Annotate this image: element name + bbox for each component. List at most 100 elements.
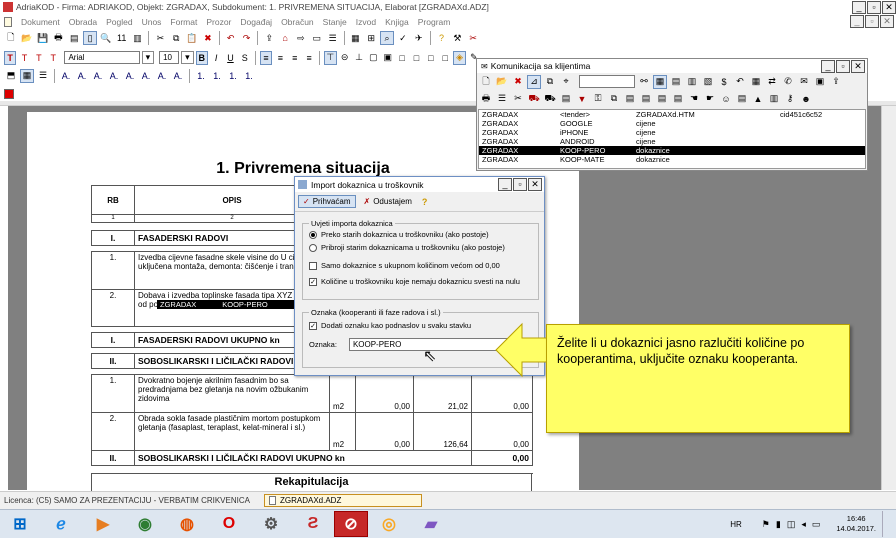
comm-view4-icon[interactable]: ▧ [701,75,715,89]
comm-cut-icon[interactable]: ✂ [511,92,525,106]
comm-down-icon[interactable]: ▼ [575,92,589,106]
comm-tag-icon[interactable]: ⌖ [559,75,573,89]
doc-close-button[interactable]: ✕ [880,15,894,28]
delete-icon[interactable]: ✖ [201,31,215,45]
comm-stack-icon[interactable]: ▤ [559,92,573,106]
menu-knjiga[interactable]: Knjiga [385,17,409,27]
font-select[interactable]: Arial [64,51,140,64]
doc-minimize-button[interactable]: _ [850,15,864,28]
font-a6-icon[interactable]: A. [139,69,153,83]
save-icon[interactable]: 💾 [36,31,50,45]
comm-undo-icon[interactable]: ↶ [733,75,747,89]
align-right-icon[interactable]: ≡ [289,51,301,65]
comm-view3-icon[interactable]: ▥ [685,75,699,89]
comm-truck-icon[interactable]: ⛟ [543,92,557,106]
comm-list-row[interactable]: ZGRADAX iPHONE cijene [479,128,865,137]
calc-icon[interactable]: ▦ [349,31,363,45]
table-icon[interactable]: ▦ [20,68,34,83]
insert-row-icon[interactable]: ⇪ [262,31,276,45]
italic-icon[interactable]: I [210,51,222,65]
adriakod-icon[interactable]: Ƨ [292,511,334,537]
checkbox-only-positive[interactable]: Samo dokaznice s ukupnom količinom većom… [309,259,532,272]
comm-close-button[interactable]: ✕ [851,59,865,73]
box4-icon[interactable]: □ [439,51,451,65]
box1-icon[interactable]: □ [396,51,408,65]
comm-phone-icon[interactable]: ✆ [781,75,795,89]
tools-icon[interactable]: ⚒ [450,31,464,45]
comm-list-row[interactable]: ZGRADAX <tender> ZGRADAXd.HTM cid451c6c52 [479,110,865,119]
language-indicator[interactable]: HR [730,520,742,529]
radio-replace[interactable]: Preko starih dokaznica u troškovniku (ak… [309,228,532,241]
open-icon[interactable]: 📂 [20,31,34,45]
export-icon[interactable]: ⇨ [294,31,308,45]
vertical-scrollbar[interactable] [881,106,896,490]
comm-doc2-icon[interactable]: ▤ [639,92,653,106]
valign-bot-icon[interactable]: ⊥ [353,51,365,65]
cut-icon[interactable]: ✂ [153,31,167,45]
table-row[interactable]: 1. Dvokratno bojenje akrilnim fasadnim b… [91,374,533,413]
menu-dokument[interactable]: Dokument [21,17,60,27]
comm-binoculars-icon[interactable]: ⚯ [637,75,651,89]
border2-icon[interactable]: ▣ [382,51,394,65]
font-a7-icon[interactable]: A. [155,69,169,83]
comm-arrows-icon[interactable]: ⇄ [765,75,779,89]
comm-view1-icon[interactable]: ▦ [653,74,667,89]
font-a4-icon[interactable]: A. [107,69,121,83]
ie-icon[interactable]: ℯ [40,511,82,537]
tray-volume-icon[interactable]: ◂ [801,519,806,530]
comm-doc3-icon[interactable]: ▤ [655,92,669,106]
comm-lock-icon[interactable]: ⚷ [783,92,797,106]
find-icon[interactable]: ⌕ [380,31,394,45]
check-icon[interactable]: ✓ [396,31,410,45]
comm-print-icon[interactable]: 🖶 [479,92,493,106]
redo-icon[interactable]: ↷ [240,31,254,45]
comm-stack2-icon[interactable]: ▥ [767,92,781,106]
comm-filter-icon[interactable]: ⊿ [527,74,541,89]
lines-icon[interactable]: ☰ [36,69,50,83]
comm-export-icon[interactable]: ⇪ [829,75,843,89]
comm-copy-icon[interactable]: ⧉ [543,75,557,89]
comm-calc-icon[interactable]: ▣ [813,75,827,89]
decimal-2-icon[interactable]: 1. [210,69,224,83]
comm-new-icon[interactable]: 🗋 [479,75,493,89]
new-icon[interactable]: 🗋 [4,31,18,45]
dialog-maximize-button[interactable]: ▫ [513,178,527,191]
menu-program[interactable]: Program [418,17,451,27]
valign-mid-icon[interactable]: ⊝ [339,51,351,65]
show-desktop-button[interactable] [882,511,890,537]
notes-icon[interactable]: ▰ [410,511,452,537]
doc-restore-button[interactable]: ▫ [865,15,879,28]
help-icon[interactable]: ? [435,31,449,45]
scissor-red-icon[interactable]: ✂ [466,31,480,45]
comm-person-icon[interactable]: ☺ [719,92,733,106]
font-a5-icon[interactable]: A. [123,69,137,83]
list-icon[interactable]: ☰ [326,31,340,45]
opera-icon[interactable]: O [208,511,250,537]
table-row[interactable]: 2. Obrada sokla fasade plastičnim mortom… [91,412,533,451]
radio-add[interactable]: Pribroji starim dokaznicama u troškovnik… [309,241,532,254]
font-size-select[interactable]: 10 [159,51,180,64]
comm-mail-icon[interactable]: ✉ [797,75,811,89]
strike-icon[interactable]: S [239,51,251,65]
menu-dogadaj[interactable]: Događaj [240,17,272,27]
comm-maximize-button[interactable]: ▫ [836,59,850,73]
accept-button[interactable]: ✓ Prihvaćam [298,195,356,208]
comm-view2-icon[interactable]: ▤ [669,75,683,89]
text-style-icon-3[interactable]: T [33,51,45,65]
font-a1-icon[interactable]: A. [59,69,73,83]
preview-icon[interactable]: ▤ [67,31,81,45]
send-icon[interactable]: ✈ [412,31,426,45]
decimal-1-icon[interactable]: 1. [194,69,208,83]
font-a8-icon[interactable]: A. [171,69,185,83]
border-icon[interactable]: ▢ [367,51,379,65]
adriakod-active-icon[interactable]: ⊘ [334,511,368,537]
menu-format[interactable]: Format [170,17,197,27]
comm-dollar-icon[interactable]: $ [717,75,731,89]
maximize-button[interactable]: ▫ [867,0,881,14]
dialog-help-button[interactable]: ? [422,197,428,207]
total-row[interactable]: II. SOBOSLIKARSKI I LIČILAČKI RADOVI UKU… [91,450,533,466]
bold-icon[interactable]: B [195,50,208,65]
menu-obracun[interactable]: Obračun [281,17,314,27]
menu-stanje[interactable]: Stanje [323,17,347,27]
checkbox-zero-missing[interactable]: ✓ Količine u troškovniku koje nemaju doka… [309,275,532,288]
